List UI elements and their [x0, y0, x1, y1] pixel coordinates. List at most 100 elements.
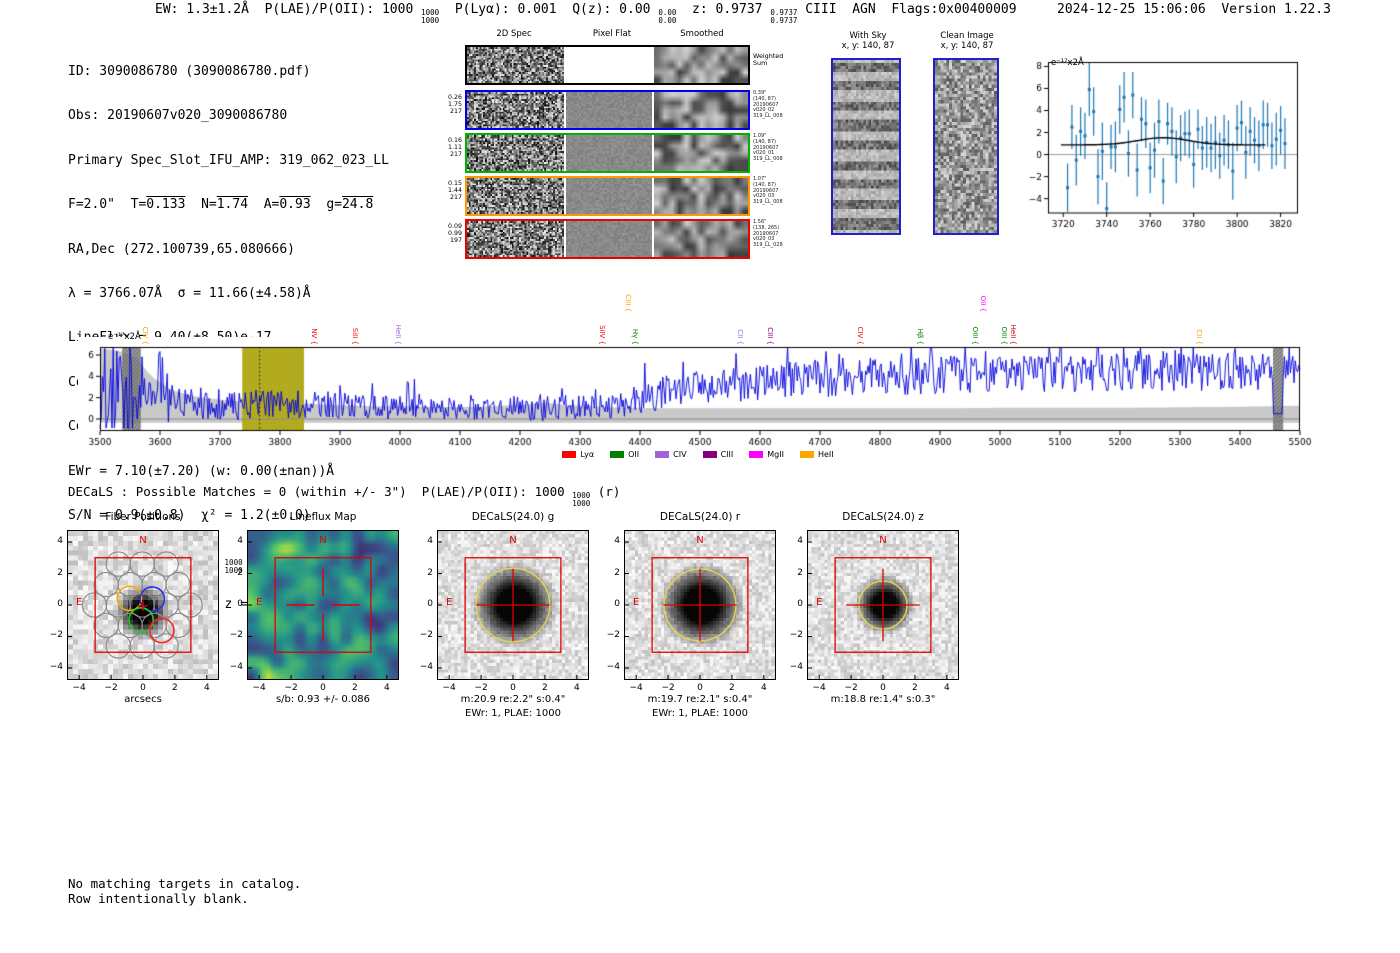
spec2d-left-label: 1.11: [447, 144, 462, 151]
spec2d-right-label: 319_LL_008: [753, 199, 783, 206]
legend-label: Lyα: [580, 450, 595, 459]
y-tick-label: 0: [797, 599, 803, 609]
x-tick-label: −2: [104, 683, 118, 693]
y-tick-label: 4: [237, 536, 243, 547]
spectrum-unit-label: e⁻¹⁷x2Å: [108, 332, 141, 342]
emission-line-label: OII {: [978, 295, 987, 312]
clean-title-text: Clean Image: [940, 31, 994, 41]
x-tick-label: −4: [72, 683, 86, 693]
spec2d-left-label: 0.15: [447, 180, 462, 187]
elixer-report-page: EW: 1.3±1.2Å P(LAE)/P(OII): 1000 1000 100…: [0, 0, 1400, 953]
spec2d-pixelflat-image: [566, 47, 652, 83]
spec2d-row: [465, 219, 750, 259]
line-fit-plot: [1025, 52, 1310, 232]
emission-line-label: OIII {: [970, 326, 979, 345]
legend-swatch: [702, 451, 717, 458]
fiber-positions-title: Fiber Positions: [105, 511, 181, 523]
spec2d-2d-image: [467, 178, 564, 214]
compass-east-label: E: [76, 597, 83, 608]
info-lambda-sigma: λ = 3766.07Å σ = 11.66(±4.58)Å: [68, 285, 311, 301]
spec2d-left-label: 0.26: [447, 94, 462, 101]
spec2d-right-label: 319_LL_008: [753, 156, 783, 163]
emission-line-label: HeII {: [394, 324, 403, 345]
cutout-overlay-1: [248, 541, 388, 679]
spec2d-right-label: 319_LL_008: [753, 113, 783, 120]
info-id: ID: 3090086780 (3090086780.pdf): [68, 64, 311, 79]
emission-line-label: NV {: [310, 328, 319, 345]
withsky-title-text: With Sky: [849, 31, 887, 41]
y-tick-label: −2: [606, 630, 620, 641]
legend-item: CIII: [702, 450, 734, 459]
emission-line-label: CIV {: [140, 326, 149, 345]
spec2d-left-label: 1.44: [447, 187, 462, 194]
x-tick-label: −2: [284, 683, 298, 693]
y-tick-label: −4: [229, 661, 243, 672]
y-tick-label: 4: [427, 536, 433, 547]
compass-east-label: E: [446, 597, 453, 608]
spec2d-smoothed-image: [654, 135, 748, 171]
decals-g-title: DECaLS(24.0) g: [471, 511, 555, 523]
spec2d-right-label: Sum: [753, 59, 768, 68]
clean-xy-label: x, y: 140, 87: [940, 41, 994, 51]
qz-lo: 0.00: [658, 15, 677, 25]
legend-label: HeII: [817, 450, 834, 459]
compass-north-label: N: [696, 535, 704, 546]
spec2d-smoothed-image: [654, 92, 748, 128]
spec2d-left-label: 1.75: [447, 101, 462, 108]
x-tick-label: −4: [812, 683, 826, 693]
y-tick-label: −2: [419, 630, 433, 641]
legend-item: HeII: [799, 450, 834, 459]
emission-line-label: CII {: [1195, 329, 1204, 345]
timestamp-version: 2024-12-25 15:06:06 Version 1.22.3: [1057, 2, 1331, 17]
y-tick-label: 0: [57, 599, 63, 609]
x-tick-label: 2: [912, 683, 918, 693]
emission-line-label: CIII {: [765, 327, 774, 345]
spec2d-left-label: 217: [449, 108, 462, 115]
y-tick-label: 4: [57, 536, 63, 547]
z-fraction: 0.9737 0.9737: [770, 9, 797, 24]
y-tick-label: −4: [789, 661, 803, 672]
fiber-xlabel: arcsecs: [124, 694, 162, 705]
spec2d-right-labels: 1.56" (138, 265) 20190607 v020_03 319_LL_028: [753, 219, 783, 249]
cutout-overlay-4: [808, 541, 948, 679]
decals-z-title: DECaLS(24.0) z: [842, 511, 924, 523]
info-radec: RA,Dec (272.100739,65.080666): [68, 241, 295, 257]
clean-title: Clean Image x, y: 140, 87: [921, 31, 1013, 51]
spec2d-left-label: 217: [449, 194, 462, 201]
y-tick-label: −2: [229, 630, 243, 641]
spec2d-row: [465, 90, 750, 130]
header-ew-plae: EW: 1.3±1.2Å P(LAE)/P(OII): 1000: [155, 2, 422, 17]
x-tick-label: 4: [573, 683, 580, 693]
legend-label: CIV: [673, 450, 687, 459]
spec2d-left-label: 197: [449, 237, 462, 244]
emission-line-label: SiIV {: [597, 325, 606, 345]
x-tick-label: 4: [943, 683, 950, 693]
qz-fraction: 0.00 0.00: [658, 9, 676, 24]
y-tick-label: 4: [797, 536, 803, 547]
compass-north-label: N: [319, 535, 327, 546]
spec2d-left-label: 0.16: [447, 137, 462, 144]
clean-image: [935, 60, 997, 233]
legend-label: MgII: [767, 450, 784, 459]
legend-label: CIII: [720, 450, 734, 459]
emission-line-label: Hγ {: [630, 328, 639, 345]
spec2d-left-labels: 0.15 1.44 217: [438, 180, 462, 201]
spec2d-col-title-2dspec: 2D Spec: [496, 29, 532, 39]
compass-north-label: N: [139, 535, 147, 546]
y-tick-label: 0: [614, 599, 620, 609]
spec2d-pixelflat-image: [566, 221, 652, 257]
legend-item: MgII: [749, 450, 784, 459]
z-lo: 0.9737: [770, 15, 798, 25]
decals-g-caption1: m:20.9 re:2.2" s:0.4": [460, 694, 566, 705]
spec2d-2d-image: [467, 135, 564, 171]
spec2d-left-label: 0.09: [447, 223, 462, 230]
emission-line-label: CIV {: [856, 326, 865, 345]
x-tick-label: 4: [760, 683, 767, 693]
y-tick-label: −4: [49, 661, 63, 672]
spec2d-col-title-smoothed: Smoothed: [680, 29, 724, 39]
legend-swatch: [655, 451, 670, 458]
withsky-image: [833, 60, 899, 233]
spec2d-pixelflat-image: [566, 178, 652, 214]
emission-line-label: Hβ {: [916, 328, 925, 345]
legend-label: OII: [628, 450, 640, 459]
